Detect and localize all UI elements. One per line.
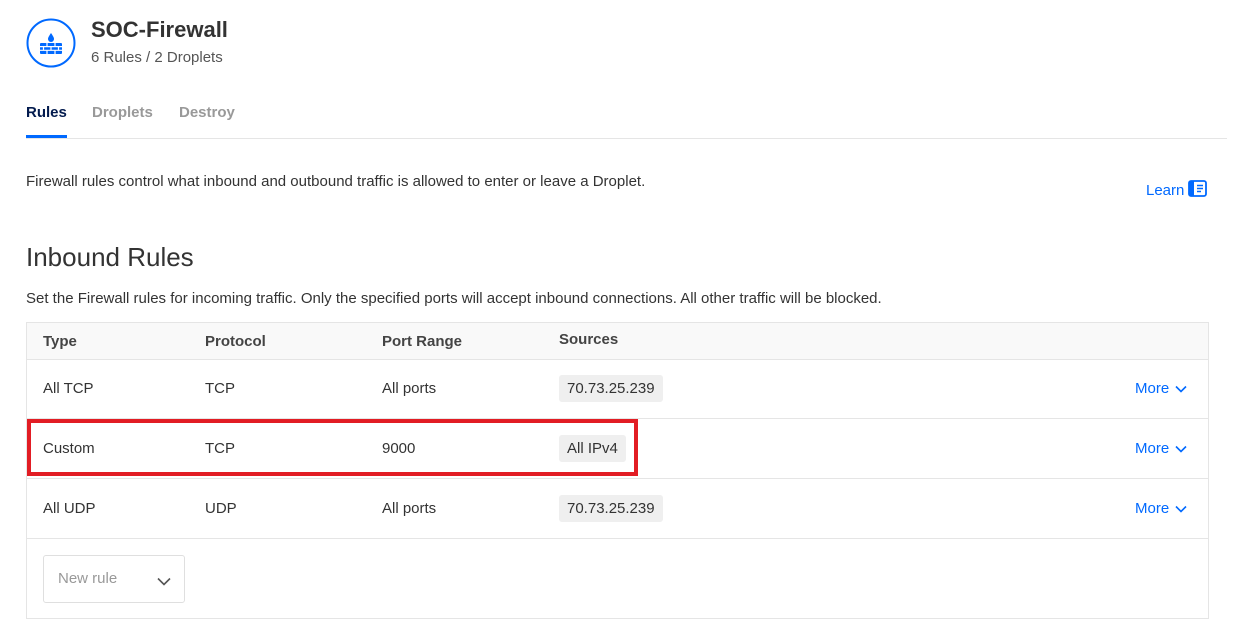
more-label: More	[1135, 380, 1170, 397]
tab-rules[interactable]: Rules	[26, 104, 67, 138]
chevron-down-icon	[1175, 479, 1187, 539]
source-tag: 70.73.25.239	[559, 375, 663, 402]
more-button[interactable]: More	[1135, 419, 1187, 479]
rule-port-range: All ports	[382, 380, 437, 397]
rule-protocol: TCP	[205, 380, 235, 397]
learn-link[interactable]: Learn	[1146, 180, 1208, 201]
more-button[interactable]: More	[1135, 359, 1187, 419]
table-header: Type Protocol Port Range Sources	[27, 323, 1208, 360]
column-port-range: Port Range	[382, 333, 463, 350]
page-title: SOC-Firewall	[91, 17, 228, 42]
inbound-rules-description: Set the Firewall rules for incoming traf…	[26, 290, 882, 307]
rule-type: All TCP	[43, 380, 94, 397]
new-rule-dropdown[interactable]: New rule	[43, 555, 185, 603]
chevron-down-icon	[1175, 419, 1187, 479]
more-label: More	[1135, 440, 1170, 457]
rule-type: All UDP	[43, 500, 96, 517]
chevron-down-icon	[157, 573, 171, 591]
firewall-icon	[26, 18, 76, 68]
title-block: SOC-Firewall 6 Rules / 2 Droplets	[91, 17, 228, 68]
inbound-rules-title: Inbound Rules	[26, 242, 194, 272]
firewall-description: Firewall rules control what inbound and …	[26, 173, 646, 190]
highlight-box	[27, 419, 638, 476]
page-subtitle: 6 Rules / 2 Droplets	[91, 49, 223, 66]
tab-bar: Rules Droplets Destroy	[26, 97, 1227, 139]
chevron-down-icon	[1175, 359, 1187, 419]
new-rule-label: New rule	[58, 570, 118, 587]
rule-port-range: All ports	[382, 500, 437, 517]
column-protocol: Protocol	[205, 333, 266, 350]
tab-droplets[interactable]: Droplets	[92, 104, 153, 121]
source-tag: 70.73.25.239	[559, 495, 663, 522]
column-sources: Sources	[559, 331, 619, 348]
more-button[interactable]: More	[1135, 479, 1187, 539]
table-row: All TCP TCP All ports 70.73.25.239 More	[27, 359, 1208, 419]
document-icon	[1188, 180, 1208, 201]
column-type: Type	[43, 333, 77, 350]
learn-label: Learn	[1146, 182, 1185, 199]
rule-protocol: UDP	[205, 500, 237, 517]
table-row: All UDP UDP All ports 70.73.25.239 More	[27, 479, 1208, 539]
tab-destroy[interactable]: Destroy	[179, 104, 235, 121]
more-label: More	[1135, 500, 1170, 517]
firewall-header: SOC-Firewall 6 Rules / 2 Droplets	[26, 17, 228, 68]
